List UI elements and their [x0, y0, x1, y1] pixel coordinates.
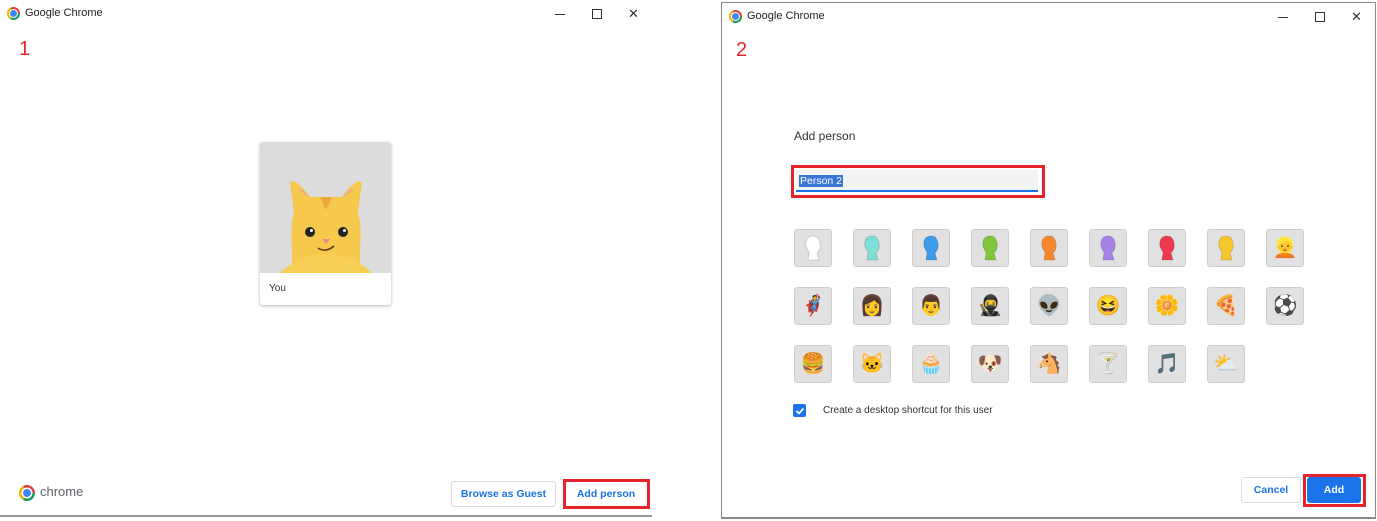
avatar-option-alien[interactable]: 👽: [1030, 287, 1068, 325]
dog-icon: 🐶: [977, 353, 1003, 375]
generic-red-head-icon: [1159, 235, 1175, 261]
cancel-button[interactable]: Cancel: [1241, 477, 1301, 503]
add-person-button[interactable]: Add person: [565, 481, 647, 507]
awesome-smiley-icon: 😆: [1095, 295, 1121, 317]
avatar-option-awesome-smiley[interactable]: 😆: [1089, 287, 1127, 325]
avatar-option-cat[interactable]: 🐱: [853, 345, 891, 383]
dialog-title: Add person: [794, 129, 856, 143]
window-controls: ✕: [541, 4, 652, 24]
avatar-option-businessman[interactable]: 👨: [912, 287, 950, 325]
avatar-option-horse[interactable]: 🐴: [1030, 345, 1068, 383]
avatar-option-dog[interactable]: 🐶: [971, 345, 1009, 383]
generic-white-head-icon: [805, 235, 821, 261]
avatar-option-ninja[interactable]: 🥷: [971, 287, 1009, 325]
avatar-option-generic-green[interactable]: [971, 229, 1009, 267]
close-icon: ✕: [1351, 9, 1362, 24]
cupcake-icon: 🧁: [918, 353, 944, 375]
burger-icon: 🍔: [800, 353, 826, 375]
avatar-option-generic-orange[interactable]: [1030, 229, 1068, 267]
maximize-button[interactable]: [1301, 7, 1338, 27]
music-note-icon: 🎵: [1154, 353, 1180, 375]
window-title: Google Chrome: [747, 10, 825, 22]
pizza-icon: 🍕: [1213, 295, 1239, 317]
volleyball-player-icon: 👩: [859, 295, 885, 317]
superhero-icon: 🦸: [800, 295, 826, 317]
title-bar: Google Chrome ✕: [0, 0, 652, 28]
horse-icon: 🐴: [1036, 353, 1062, 375]
footer: chrome Browse as Guest Add person: [0, 465, 652, 515]
avatar-option-generic-purple[interactable]: [1089, 229, 1127, 267]
soccer-ball-icon: ⚽: [1272, 295, 1298, 317]
maximize-icon: [591, 9, 602, 19]
close-icon: ✕: [628, 6, 639, 21]
avatar-option-generic-white[interactable]: [794, 229, 832, 267]
chrome-logo-icon: [19, 485, 35, 501]
minimize-button[interactable]: [541, 4, 578, 24]
title-bar: Google Chrome ✕: [722, 3, 1375, 31]
avatar-option-pizza[interactable]: 🍕: [1207, 287, 1245, 325]
minimize-button[interactable]: [1264, 7, 1301, 27]
add-button[interactable]: Add: [1307, 477, 1361, 503]
avatar-option-cupcake[interactable]: 🧁: [912, 345, 950, 383]
chrome-logo-icon: [7, 7, 20, 20]
chrome-brand-text: chrome: [40, 484, 84, 499]
profile-card[interactable]: You: [260, 142, 391, 305]
desktop-shortcut-label: Create a desktop shortcut for this user: [823, 405, 993, 416]
profile-avatar: [260, 142, 391, 273]
avatar-option-generic-cyan[interactable]: [853, 229, 891, 267]
avatar-option-superhero[interactable]: 🦸: [794, 287, 832, 325]
window-controls: ✕: [1264, 7, 1375, 27]
ninja-icon: 🥷: [977, 295, 1003, 317]
avatar-option-flower[interactable]: 🌼: [1148, 287, 1186, 325]
desktop-shortcut-checkbox[interactable]: [793, 404, 806, 417]
step-number: 2: [736, 39, 748, 61]
maximize-icon: [1314, 12, 1325, 22]
avatar-option-generic-yellow[interactable]: [1207, 229, 1245, 267]
avatar-option-secret-agent[interactable]: 👱: [1266, 229, 1304, 267]
generic-purple-head-icon: [1100, 235, 1116, 261]
selected-name-text: Person 2: [799, 175, 844, 187]
cat-icon: 🐱: [859, 353, 885, 375]
flower-icon: 🌼: [1154, 295, 1180, 317]
avatar-option-soccer-ball[interactable]: ⚽: [1266, 287, 1304, 325]
avatar-option-generic-red[interactable]: [1148, 229, 1186, 267]
alien-icon: 👽: [1036, 295, 1062, 317]
profile-name: You: [269, 283, 286, 294]
avatar-option-margarita[interactable]: 🍸: [1089, 345, 1127, 383]
checkmark-icon: [795, 407, 804, 415]
avatar-option-generic-blue[interactable]: [912, 229, 950, 267]
add-person-window: Google Chrome ✕ 2 Add person Person 2 👱 🦸…: [721, 2, 1376, 519]
chrome-logo-icon: [729, 10, 742, 23]
window-title: Google Chrome: [25, 7, 103, 19]
businessman-icon: 👨: [918, 295, 944, 317]
sun-and-cloud-icon: ⛅: [1213, 353, 1239, 375]
step-number: 1: [19, 38, 31, 60]
generic-blue-head-icon: [923, 235, 939, 261]
margarita-icon: 🍸: [1095, 353, 1121, 375]
avatar-option-sun-and-cloud[interactable]: ⛅: [1207, 345, 1245, 383]
generic-cyan-head-icon: [864, 235, 880, 261]
secret-agent-icon: 👱: [1272, 237, 1298, 259]
avatar-option-volleyball-player[interactable]: 👩: [853, 287, 891, 325]
avatar-option-music-note[interactable]: 🎵: [1148, 345, 1186, 383]
chrome-profile-picker-window: Google Chrome ✕ 1 You chrome Browse as G…: [0, 0, 652, 517]
close-button[interactable]: ✕: [615, 4, 652, 24]
browse-as-guest-button[interactable]: Browse as Guest: [451, 481, 556, 507]
cat-avatar-icon: [280, 181, 372, 273]
generic-yellow-head-icon: [1218, 235, 1234, 261]
generic-orange-head-icon: [1041, 235, 1057, 261]
minimize-icon: [1277, 16, 1288, 18]
maximize-button[interactable]: [578, 4, 615, 24]
close-button[interactable]: ✕: [1338, 7, 1375, 27]
generic-green-head-icon: [982, 235, 998, 261]
minimize-icon: [554, 13, 565, 15]
avatar-option-burger[interactable]: 🍔: [794, 345, 832, 383]
